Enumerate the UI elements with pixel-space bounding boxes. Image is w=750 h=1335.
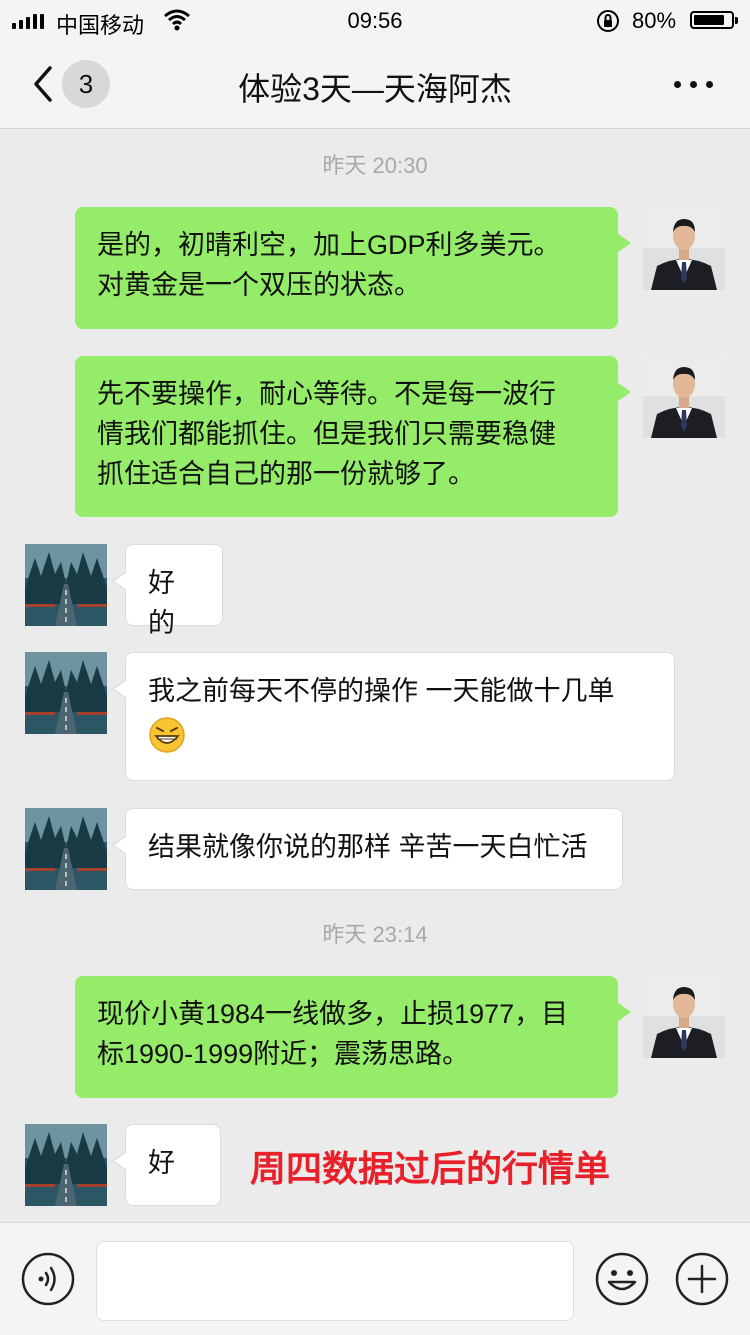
message-text-line: 好的 <box>148 568 175 638</box>
message-bubble-incoming[interactable]: 我之前每天不停的操作 一天能做十几单 <box>112 652 675 781</box>
avatar-contact[interactable] <box>25 544 107 626</box>
message-text-line: 抓住适合自己的那一份就够了。 <box>97 459 475 489</box>
message-bubble-incoming[interactable]: 好 <box>112 1124 221 1206</box>
message-input[interactable] <box>96 1241 574 1321</box>
message-bubble-outgoing[interactable]: 是的，初晴利空，加上GDP利多美元。 对黄金是一个双压的状态。 <box>75 207 631 329</box>
voice-icon[interactable] <box>20 1251 76 1307</box>
input-bar <box>0 1222 750 1335</box>
timestamp: 昨天 23:14 <box>322 922 428 947</box>
message-bubble-incoming[interactable]: 好的 <box>112 544 223 638</box>
message-text-line: 现价小黄1984一线做多，止损1977，目 <box>97 999 569 1029</box>
message-bubble-outgoing[interactable]: 现价小黄1984一线做多，止损1977，目 标1990-1999附近；震荡思路。 <box>75 976 631 1098</box>
message-text-line: 是的，初晴利空，加上GDP利多美元。 <box>97 230 561 260</box>
battery-icon <box>690 11 738 29</box>
message-text-line: 好 <box>148 1148 175 1178</box>
grin-emoji-icon <box>149 717 185 753</box>
message-text-line: 标1990-1999附近；震荡思路。 <box>97 1039 470 1069</box>
message-text-line: 我之前每天不停的操作 一天能做十几单 <box>148 676 615 706</box>
message-bubble-incoming[interactable]: 结果就像你说的那样 辛苦一天白忙活 <box>112 808 623 890</box>
nav-bar: 3 体验3天—天海阿杰 <box>0 40 750 129</box>
avatar-self[interactable] <box>643 976 725 1058</box>
status-bar: 中国移动 09:56 80% <box>0 0 750 40</box>
chat-title: 体验3天—天海阿杰 <box>238 71 512 107</box>
battery-percent: 80% <box>632 8 677 33</box>
plus-icon[interactable] <box>674 1251 730 1307</box>
avatar-contact[interactable] <box>25 808 107 890</box>
more-dots-icon[interactable] <box>672 78 716 90</box>
timestamp: 昨天 20:30 <box>322 153 428 178</box>
avatar-self[interactable] <box>643 208 725 290</box>
message-bubble-outgoing[interactable]: 先不要操作，耐心等待。不是每一波行 情我们都能抓住。但是我们只需要稳健 抓住适合… <box>75 356 631 517</box>
red-annotation-text: 周四数据过后的行情单 <box>250 1148 611 1189</box>
emoji-icon[interactable] <box>594 1251 650 1307</box>
message-text-line: 情我们都能抓住。但是我们只需要稳健 <box>97 419 556 449</box>
message-text-line: 先不要操作，耐心等待。不是每一波行 <box>97 379 556 409</box>
message-text-line: 对黄金是一个双压的状态。 <box>97 270 421 300</box>
message-text-line: 结果就像你说的那样 辛苦一天白忙活 <box>148 832 588 862</box>
orientation-lock-icon <box>597 10 619 32</box>
avatar-self[interactable] <box>643 356 725 438</box>
avatar-contact[interactable] <box>25 652 107 734</box>
avatar-contact[interactable] <box>25 1124 107 1206</box>
